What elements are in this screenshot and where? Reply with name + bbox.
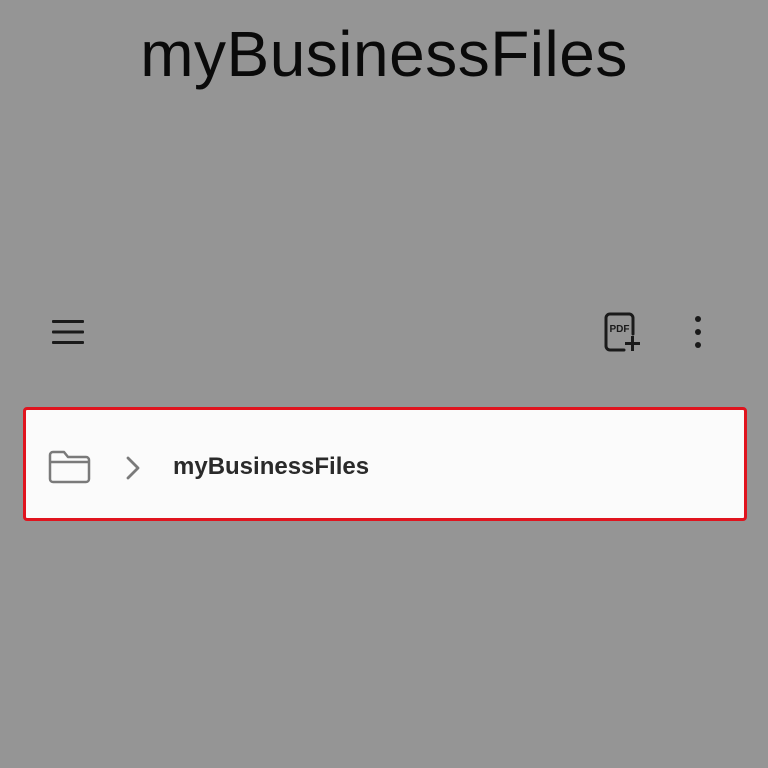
breadcrumb: myBusinessFiles — [23, 407, 747, 521]
page-title: myBusinessFiles — [140, 18, 628, 90]
menu-button[interactable] — [44, 308, 92, 356]
hamburger-menu-icon — [52, 320, 84, 344]
screen: myBusinessFiles PDF myBusinessFiles — [0, 0, 768, 768]
pdf-icon-text: PDF — [610, 324, 630, 335]
folder-icon[interactable] — [48, 448, 92, 484]
chevron-right-icon — [126, 456, 140, 480]
pdf-add-icon: PDF — [604, 312, 640, 352]
create-pdf-button[interactable]: PDF — [598, 308, 646, 356]
top-app-bar: PDF — [0, 300, 768, 364]
breadcrumb-item-mybusinessfiles[interactable]: myBusinessFiles — [173, 452, 369, 482]
more-options-button[interactable] — [676, 308, 720, 356]
more-vertical-icon — [695, 316, 701, 348]
